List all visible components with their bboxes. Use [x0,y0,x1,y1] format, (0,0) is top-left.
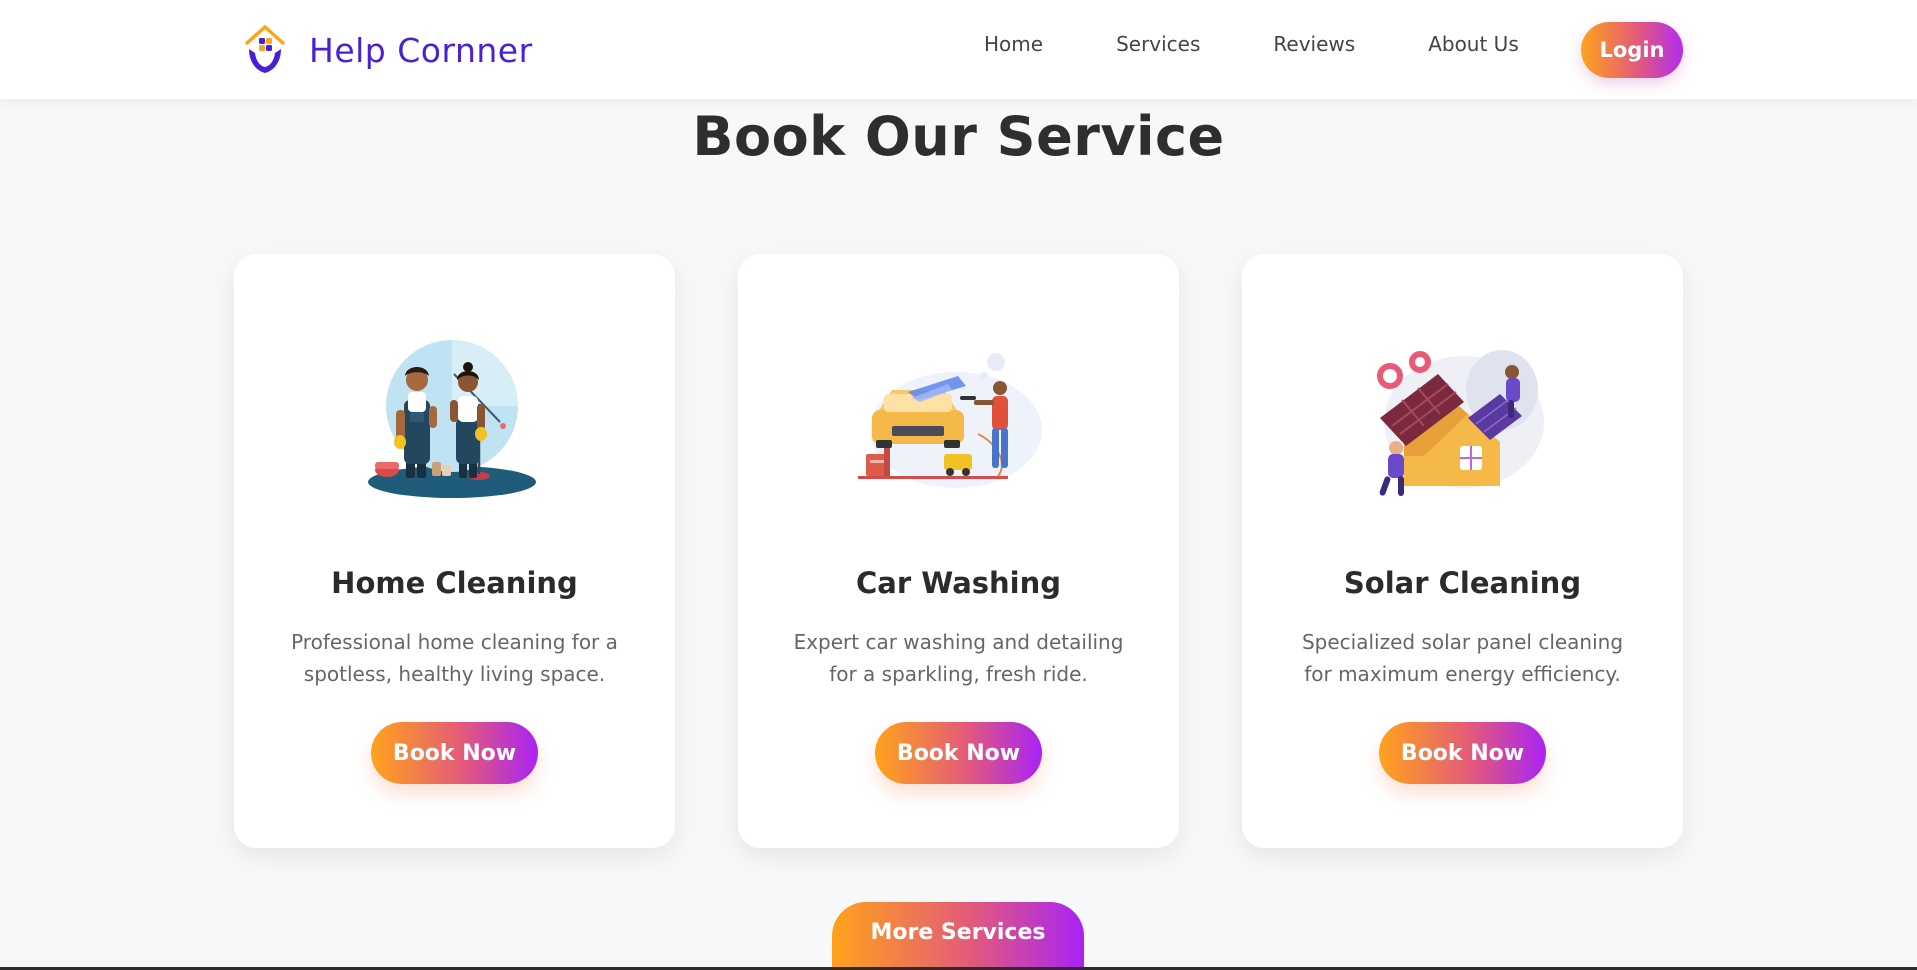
home-cleaning-image [368,340,536,498]
card-title: Home Cleaning [331,566,578,600]
card-description: Professional home cleaning for a spotles… [291,630,618,686]
card-description: Specialized solar panel cleaning for max… [1301,630,1624,686]
brand-home-link[interactable]: Help Cornner [243,20,533,80]
nav-link-home[interactable]: Home [984,32,1043,56]
book-now-button-home-cleaning[interactable]: Book Now [371,722,538,784]
nav-item: About Us [1428,32,1519,56]
nav-item: Home [984,32,1043,56]
home-cleaning-illustration [344,334,565,510]
car-washing-illustration [848,334,1069,510]
nav-link-services[interactable]: Services [1116,32,1200,56]
solar-cleaning-illustration [1352,334,1573,510]
book-now-button-car-washing[interactable]: Book Now [875,722,1042,784]
card-title: Car Washing [855,566,1062,600]
nav-link-reviews[interactable]: Reviews [1273,32,1355,56]
service-card-car-washing: Car Washing Expert car washing and detai… [738,254,1179,848]
card-title: Solar Cleaning [1343,566,1582,600]
more-services-button[interactable]: More Services [832,902,1084,970]
brand-name: Help Cornner [309,30,533,70]
card-description: Expert car washing and detailing for a s… [793,630,1124,686]
login-button[interactable]: Login [1581,22,1683,78]
service-card-solar-cleaning: Solar Cleaning Specialized solar panel c… [1242,254,1683,848]
car-washing-image [858,353,1042,488]
main-nav: Home Services Reviews About Us [984,32,1519,56]
book-now-button-solar-cleaning[interactable]: Book Now [1379,722,1546,784]
nav-item: Reviews [1273,32,1355,56]
section-title: Book Our Service [692,105,1225,168]
service-card-home-cleaning: Home Cleaning Professional home cleaning… [234,254,675,848]
nav-link-about-us[interactable]: About Us [1428,32,1519,56]
house-hands-logo-icon [245,25,285,73]
nav-item: Services [1116,32,1200,56]
solar-cleaning-image [1377,350,1544,496]
top-navbar: Help Cornner Home Services Reviews About… [0,0,1917,99]
